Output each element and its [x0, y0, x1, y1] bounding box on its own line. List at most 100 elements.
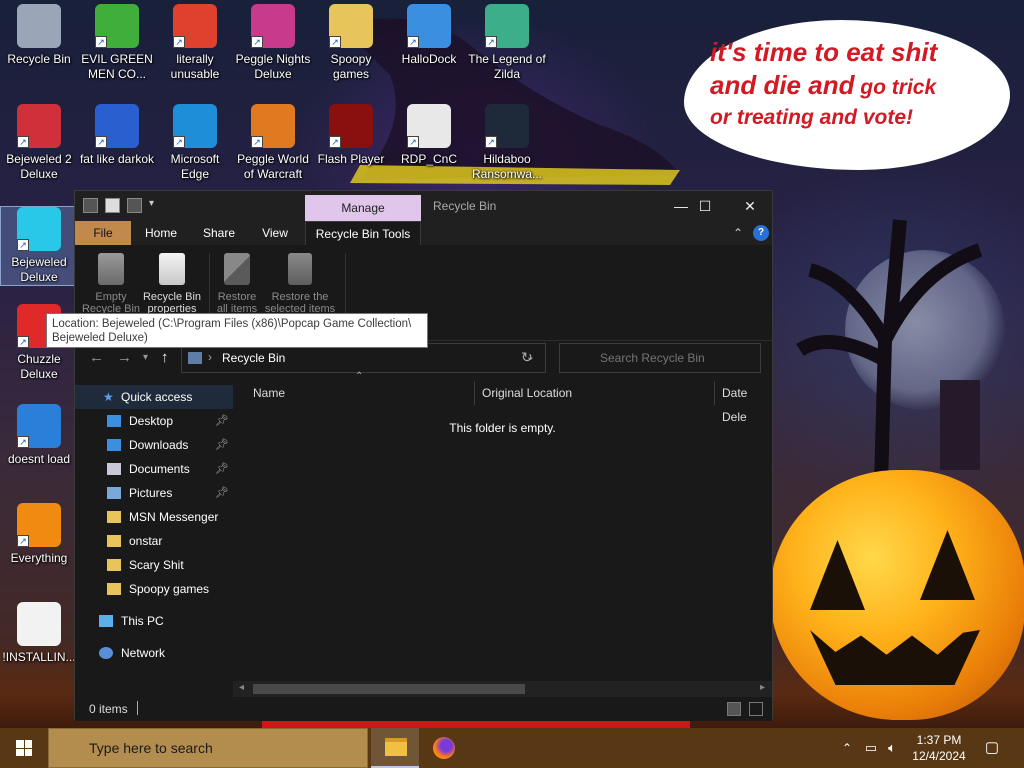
nav-item-scary-shit[interactable]: Scary Shit — [75, 553, 233, 577]
speech-bubble: it's time to eat shit and die and go tri… — [684, 20, 1010, 170]
close-button[interactable]: ✕ — [727, 191, 773, 221]
nav-item-msn-messenger[interactable]: MSN Messenger — [75, 505, 233, 529]
nav-item-onstar[interactable]: onstar — [75, 529, 233, 553]
desktop-icon-mpl[interactable]: ↗ fat like darkok — [78, 104, 156, 167]
desktop-icon-yashma-shield[interactable]: ↗ Hildaboo Ransomwa... — [468, 104, 546, 182]
desktop-icon-windows-logo[interactable]: ↗ HalloDock — [390, 4, 468, 67]
tab-recycle-bin-tools[interactable]: Recycle Bin Tools — [305, 221, 421, 245]
restore-all-items-button[interactable]: Restore all items — [204, 251, 270, 315]
desktop-icon-thunderbird[interactable]: ↗ doesnt load — [0, 404, 78, 467]
desktop-icon-msn-buddies[interactable]: ↗ EVIL GREEN MEN CO... — [78, 4, 156, 82]
network-icon[interactable]: ▭ — [860, 728, 882, 768]
speech-line-1: it's time to eat shit — [710, 37, 938, 67]
nav-item-spoopy-games[interactable]: Spoopy games — [75, 577, 233, 601]
search-input[interactable] — [559, 343, 761, 373]
chrome-icon: ↗ — [173, 4, 217, 48]
desktop-icon-rdp[interactable]: ↗ RDP_CnC — [390, 104, 468, 167]
shortcut-arrow-icon: ↗ — [251, 136, 263, 148]
diamond-icon: ↗ — [17, 207, 61, 251]
shortcut-arrow-icon: ↗ — [485, 136, 497, 148]
scroll-left-icon[interactable]: ◂ — [239, 682, 244, 693]
rdp-icon: ↗ — [407, 104, 451, 148]
desktop-icon-label: EVIL GREEN MEN CO... — [81, 52, 153, 81]
title-bar[interactable]: ▾ Manage Recycle Bin — ☐ ✕ — [75, 191, 772, 221]
desktop-icon-diamond[interactable]: ↗ Bejeweled Deluxe — [0, 206, 78, 286]
file-list[interactable]: Name ⌃ Original Location Date Dele This … — [233, 371, 772, 683]
flash-player-icon: ↗ — [329, 104, 373, 148]
desktop-icon-label: RDP_CnC — [400, 152, 457, 166]
restore-selected-items-button[interactable]: Restore the selected items — [263, 251, 337, 315]
desktop-icon-recycle-bin[interactable]: Recycle Bin — [0, 4, 78, 67]
forward-arrow-icon[interactable]: → — [117, 349, 132, 366]
tab-manage[interactable]: Manage — [305, 195, 421, 221]
breadcrumb-chevron-icon[interactable]: › — [208, 350, 212, 364]
desktop-icon-edge[interactable]: ↗ Microsoft Edge — [156, 104, 234, 182]
shortcut-arrow-icon: ↗ — [329, 36, 341, 48]
nav-item-quick-access[interactable]: ★ Quick access — [75, 385, 233, 409]
up-arrow-icon[interactable]: ↑ — [161, 349, 169, 366]
column-original-location[interactable]: Original Location — [482, 381, 572, 405]
nav-item-downloads[interactable]: Downloads 📌︎ — [75, 433, 233, 457]
nav-item-documents[interactable]: Documents 📌︎ — [75, 457, 233, 481]
tab-view[interactable]: View — [251, 221, 299, 245]
taskbar-firefox[interactable] — [420, 728, 468, 768]
desktop-icon-label: literally unusable — [170, 52, 220, 81]
desktop-icon-peggle-nights[interactable]: ↗ Peggle Nights Deluxe — [234, 4, 312, 82]
shortcut-arrow-icon: ↗ — [95, 36, 107, 48]
desktop-icon-flash-player[interactable]: ↗ Flash Player — [312, 104, 390, 167]
recent-locations-chevron-icon[interactable]: ▾ — [143, 352, 148, 363]
system-clock[interactable]: 1:37 PM 12/4/2024 — [904, 732, 974, 764]
breadcrumb-recycle-bin[interactable]: Recycle Bin — [222, 351, 285, 365]
show-hidden-icons-chevron-icon[interactable]: ⌃ — [838, 728, 856, 768]
shortcut-arrow-icon: ↗ — [407, 36, 419, 48]
desktop-icon-everything-search[interactable]: ↗ Everything — [0, 503, 78, 566]
nav-item-this-pc[interactable]: This PC — [75, 609, 233, 633]
desktop-icon-text-file[interactable]: !INSTALLIN... — [0, 602, 78, 665]
recycle-bin-location-icon — [188, 352, 202, 364]
desktop-icon-chrome[interactable]: ↗ literally unusable — [156, 4, 234, 82]
column-date-deleted[interactable]: Date Dele — [722, 381, 772, 424]
scroll-right-icon[interactable]: ▸ — [760, 682, 765, 693]
empty-recycle-bin-button[interactable]: Empty Recycle Bin — [78, 251, 144, 315]
nav-item-network[interactable]: Network — [75, 641, 233, 665]
volume-icon[interactable]: 🔈︎ — [882, 728, 902, 768]
nav-item-pictures[interactable]: Pictures 📌︎ — [75, 481, 233, 505]
shortcut-arrow-icon: ↗ — [17, 336, 29, 348]
taskbar-search-box[interactable]: Type here to search — [48, 728, 368, 768]
properties-icon[interactable] — [105, 198, 120, 213]
back-arrow-icon[interactable]: ← — [89, 349, 104, 366]
refresh-icon[interactable]: ↻ — [521, 349, 533, 366]
tab-share[interactable]: Share — [193, 221, 245, 245]
desktop-icon-bejeweled-2[interactable]: ↗ Bejeweled 2 Deluxe — [0, 104, 78, 182]
horizontal-scrollbar[interactable]: ◂ ▸ — [233, 681, 772, 697]
desktop-icon-folder[interactable]: ↗ Spoopy games — [312, 4, 390, 82]
collapse-ribbon-chevron-icon[interactable]: ⌃ — [727, 221, 749, 245]
new-folder-icon[interactable] — [127, 198, 142, 213]
tab-file[interactable]: File — [75, 221, 131, 245]
this-pc-icon — [99, 615, 113, 627]
desktop-icon-zilda[interactable]: ↗ The Legend of Zilda — [468, 4, 546, 82]
column-divider[interactable] — [714, 381, 715, 405]
thunderbird-icon: ↗ — [17, 404, 61, 448]
column-divider[interactable] — [474, 381, 475, 405]
column-name[interactable]: Name — [253, 381, 285, 405]
taskbar-file-explorer[interactable] — [371, 728, 419, 768]
details-view-icon[interactable] — [727, 702, 741, 716]
scroll-thumb[interactable] — [253, 684, 525, 694]
large-icons-view-icon[interactable] — [749, 702, 763, 716]
tab-home[interactable]: Home — [135, 221, 187, 245]
spooky-tree-art — [796, 219, 983, 520]
start-button[interactable] — [0, 728, 48, 768]
desktop-icon-label: Chuzzle Deluxe — [17, 352, 61, 381]
recycle-bin-properties-button[interactable]: Recycle Bin properties — [139, 251, 205, 315]
ribbon-separator — [345, 253, 346, 315]
restore-selected-icon — [288, 253, 312, 285]
desktop-icon-peggle-wow[interactable]: ↗ Peggle World of Warcraft — [234, 104, 312, 182]
customize-chevron-icon[interactable]: ▾ — [149, 198, 159, 213]
explorer-window[interactable]: ▾ Manage Recycle Bin — ☐ ✕ File Home Sha… — [74, 190, 773, 721]
help-icon[interactable]: ? — [753, 225, 769, 241]
maximize-button[interactable]: ☐ — [682, 191, 728, 221]
notifications-icon[interactable]: ▢ — [980, 728, 1004, 768]
recycle-bin-small-icon[interactable] — [83, 198, 98, 213]
nav-item-desktop[interactable]: Desktop 📌︎ — [75, 409, 233, 433]
